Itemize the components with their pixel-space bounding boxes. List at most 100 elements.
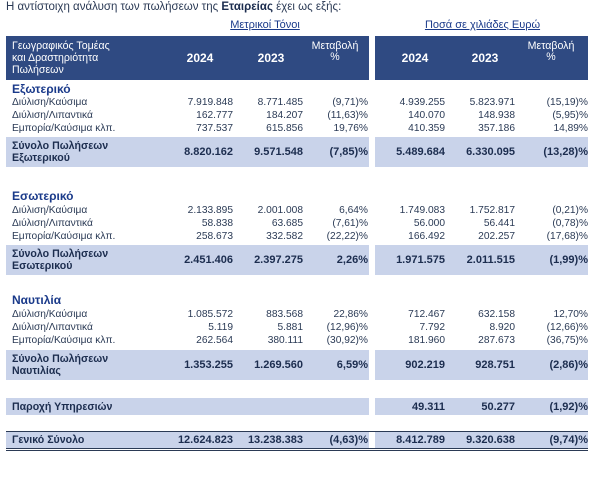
total-label-line1: Σύνολο Πωλήσεων [12, 248, 109, 260]
cell-euro-change: (12,66)% [546, 322, 588, 333]
total-tonnes-change: 2,26% [336, 254, 368, 266]
total-euro-change: (13,28)% [543, 146, 588, 158]
row-label: Εμπορία/Καύσιμα κλπ. [12, 123, 116, 134]
cell-tonnes-change: (22,22)% [326, 231, 368, 242]
total-label-line2: Εσωτερικού [12, 260, 73, 272]
cell-tonnes-change: 6,64% [339, 205, 368, 216]
total-tonnes-change: (7,85)% [329, 146, 368, 158]
services-euro-2023: 50.277 [481, 401, 515, 413]
cell-euro-change: 14,89% [553, 123, 588, 134]
section-title: Εσωτερικό [12, 189, 74, 203]
grand-total-rule-bottom [6, 448, 588, 449]
total-euro-change: (2,86)% [549, 359, 588, 371]
cell-tonnes-2023: 8.771.485 [257, 97, 303, 108]
row-label: Διύλιση/Καύσιμα [12, 97, 88, 108]
header-tonnes-2023: 2023 [257, 51, 285, 65]
cell-tonnes-change: (7,61)% [332, 218, 368, 229]
cell-euro-change: (5,95)% [552, 110, 588, 121]
cell-tonnes-change: 22,86% [333, 309, 368, 320]
cell-tonnes-2023: 883.568 [266, 309, 303, 320]
header-label: Γεωγραφικός Τομέας και Δραστηριότητα Πωλ… [12, 40, 110, 76]
cell-tonnes-2023: 63.685 [271, 218, 303, 229]
cell-euro-2023: 287.673 [478, 335, 515, 346]
cell-tonnes-change: (30,92)% [326, 335, 368, 346]
total-label-line2: Εξωτερικού [12, 152, 70, 164]
group-header-euro: Ποσά σε χιλιάδες Ευρώ [424, 19, 541, 31]
cell-euro-2023: 632.158 [478, 309, 515, 320]
cell-euro-change: (0,78)% [552, 218, 588, 229]
intro-after: έχει ως εξής: [272, 1, 342, 13]
total-euro-2023: 928.751 [475, 359, 515, 371]
grand-total-euro-2023: 9.320.638 [466, 434, 515, 446]
grand-total-label: Γενικό Σύνολο [12, 434, 85, 446]
cell-euro-2023: 8.920 [489, 322, 516, 333]
cell-euro-change: (0,21)% [552, 205, 588, 216]
grand-total-rule-top [6, 431, 588, 432]
cell-euro-2024: 4.939.255 [399, 97, 445, 108]
row-label: Διύλιση/Λιπαντικά [12, 110, 93, 121]
intro-before: Η αντίστοιχη ανάλυση των πωλήσεων της [6, 1, 222, 13]
cell-euro-2023: 357.186 [478, 123, 515, 134]
cell-tonnes-2024: 5.119 [208, 322, 233, 333]
total-tonnes-2023: 2.397.275 [254, 254, 303, 266]
grand-total-euro-change: (9,74)% [549, 434, 588, 446]
total-label: Σύνολο Πωλήσεων Εξωτερικού [12, 140, 108, 164]
cell-tonnes-2024: 58.838 [201, 218, 233, 229]
total-euro-2023: 2.011.515 [466, 254, 515, 266]
total-euro-2024: 902.219 [405, 359, 445, 371]
header-label-line2: και Δραστηριότητα [12, 52, 99, 64]
cell-euro-change: 12,70% [553, 309, 588, 320]
total-euro-2024: 5.489.684 [396, 146, 445, 158]
cell-euro-2023: 1.752.817 [469, 205, 515, 216]
group-header-tonnes: Μετρικοί Τόνοι [230, 19, 300, 31]
total-tonnes-2023: 1.269.560 [254, 359, 303, 371]
cell-tonnes-2023: 2.001.008 [257, 205, 303, 216]
cell-tonnes-change: 19,76% [333, 123, 368, 134]
cell-euro-2024: 140.070 [408, 110, 445, 121]
cell-tonnes-2024: 2.133.895 [187, 205, 233, 216]
grand-total-rule-double [6, 450, 588, 451]
intro-company: Εταιρείας [221, 1, 273, 13]
header-euro-2023: 2023 [471, 51, 499, 65]
cell-euro-2024: 181.960 [408, 335, 445, 346]
cell-euro-change: (17,68)% [546, 231, 588, 242]
header-label-line1: Γεωγραφικός Τομέας [12, 40, 110, 52]
header-euro-change: Μεταβολή % [518, 41, 584, 63]
total-tonnes-2023: 9.571.548 [254, 146, 303, 158]
cell-tonnes-2024: 162.777 [196, 110, 233, 121]
total-gap [369, 245, 375, 275]
grand-total-tonnes-2024: 12.624.823 [177, 434, 233, 446]
cell-tonnes-2024: 1.085.572 [187, 309, 233, 320]
header-gap [369, 36, 375, 80]
cell-euro-2023: 202.257 [478, 231, 515, 242]
header-tonnes-2024: 2024 [186, 51, 214, 65]
cell-euro-change: (36,75)% [546, 335, 588, 346]
grand-total-euro-2024: 8.412.789 [396, 434, 445, 446]
grand-total-tonnes-2023: 13.238.383 [247, 434, 303, 446]
total-gap [369, 137, 375, 167]
total-label-line1: Σύνολο Πωλήσεων [12, 353, 109, 365]
section-title: Ναυτιλία [12, 293, 62, 307]
header-euro-change-line2: % [546, 51, 556, 63]
grand-total-gap [369, 431, 375, 448]
cell-tonnes-2024: 7.919.848 [187, 97, 233, 108]
cell-tonnes-change: (9,71)% [332, 97, 368, 108]
cell-tonnes-2023: 380.111 [267, 335, 303, 346]
total-euro-2024: 1.971.575 [396, 254, 445, 266]
row-label: Διύλιση/Καύσιμα [12, 205, 88, 216]
cell-euro-2023: 5.823.971 [469, 97, 515, 108]
cell-tonnes-change: (11,63)% [327, 110, 368, 121]
total-euro-change: (1,99)% [549, 254, 588, 266]
cell-euro-2023: 56.441 [483, 218, 515, 229]
intro-text: Η αντίστοιχη ανάλυση των πωλήσεων της Ετ… [6, 1, 341, 13]
total-tonnes-change: 6,59% [336, 359, 368, 371]
row-label: Διύλιση/Καύσιμα [12, 309, 88, 320]
total-label: Σύνολο Πωλήσεων Ναυτιλίας [12, 353, 108, 377]
cell-euro-change: (15,19)% [546, 97, 588, 108]
cell-tonnes-2024: 737.537 [196, 123, 233, 134]
cell-euro-2023: 148.938 [478, 110, 515, 121]
header-label-line3: Πωλήσεων [12, 64, 64, 76]
cell-euro-2024: 7.792 [419, 322, 446, 333]
total-tonnes-2024: 2.451.406 [184, 254, 233, 266]
cell-euro-2024: 1.749.083 [399, 205, 445, 216]
